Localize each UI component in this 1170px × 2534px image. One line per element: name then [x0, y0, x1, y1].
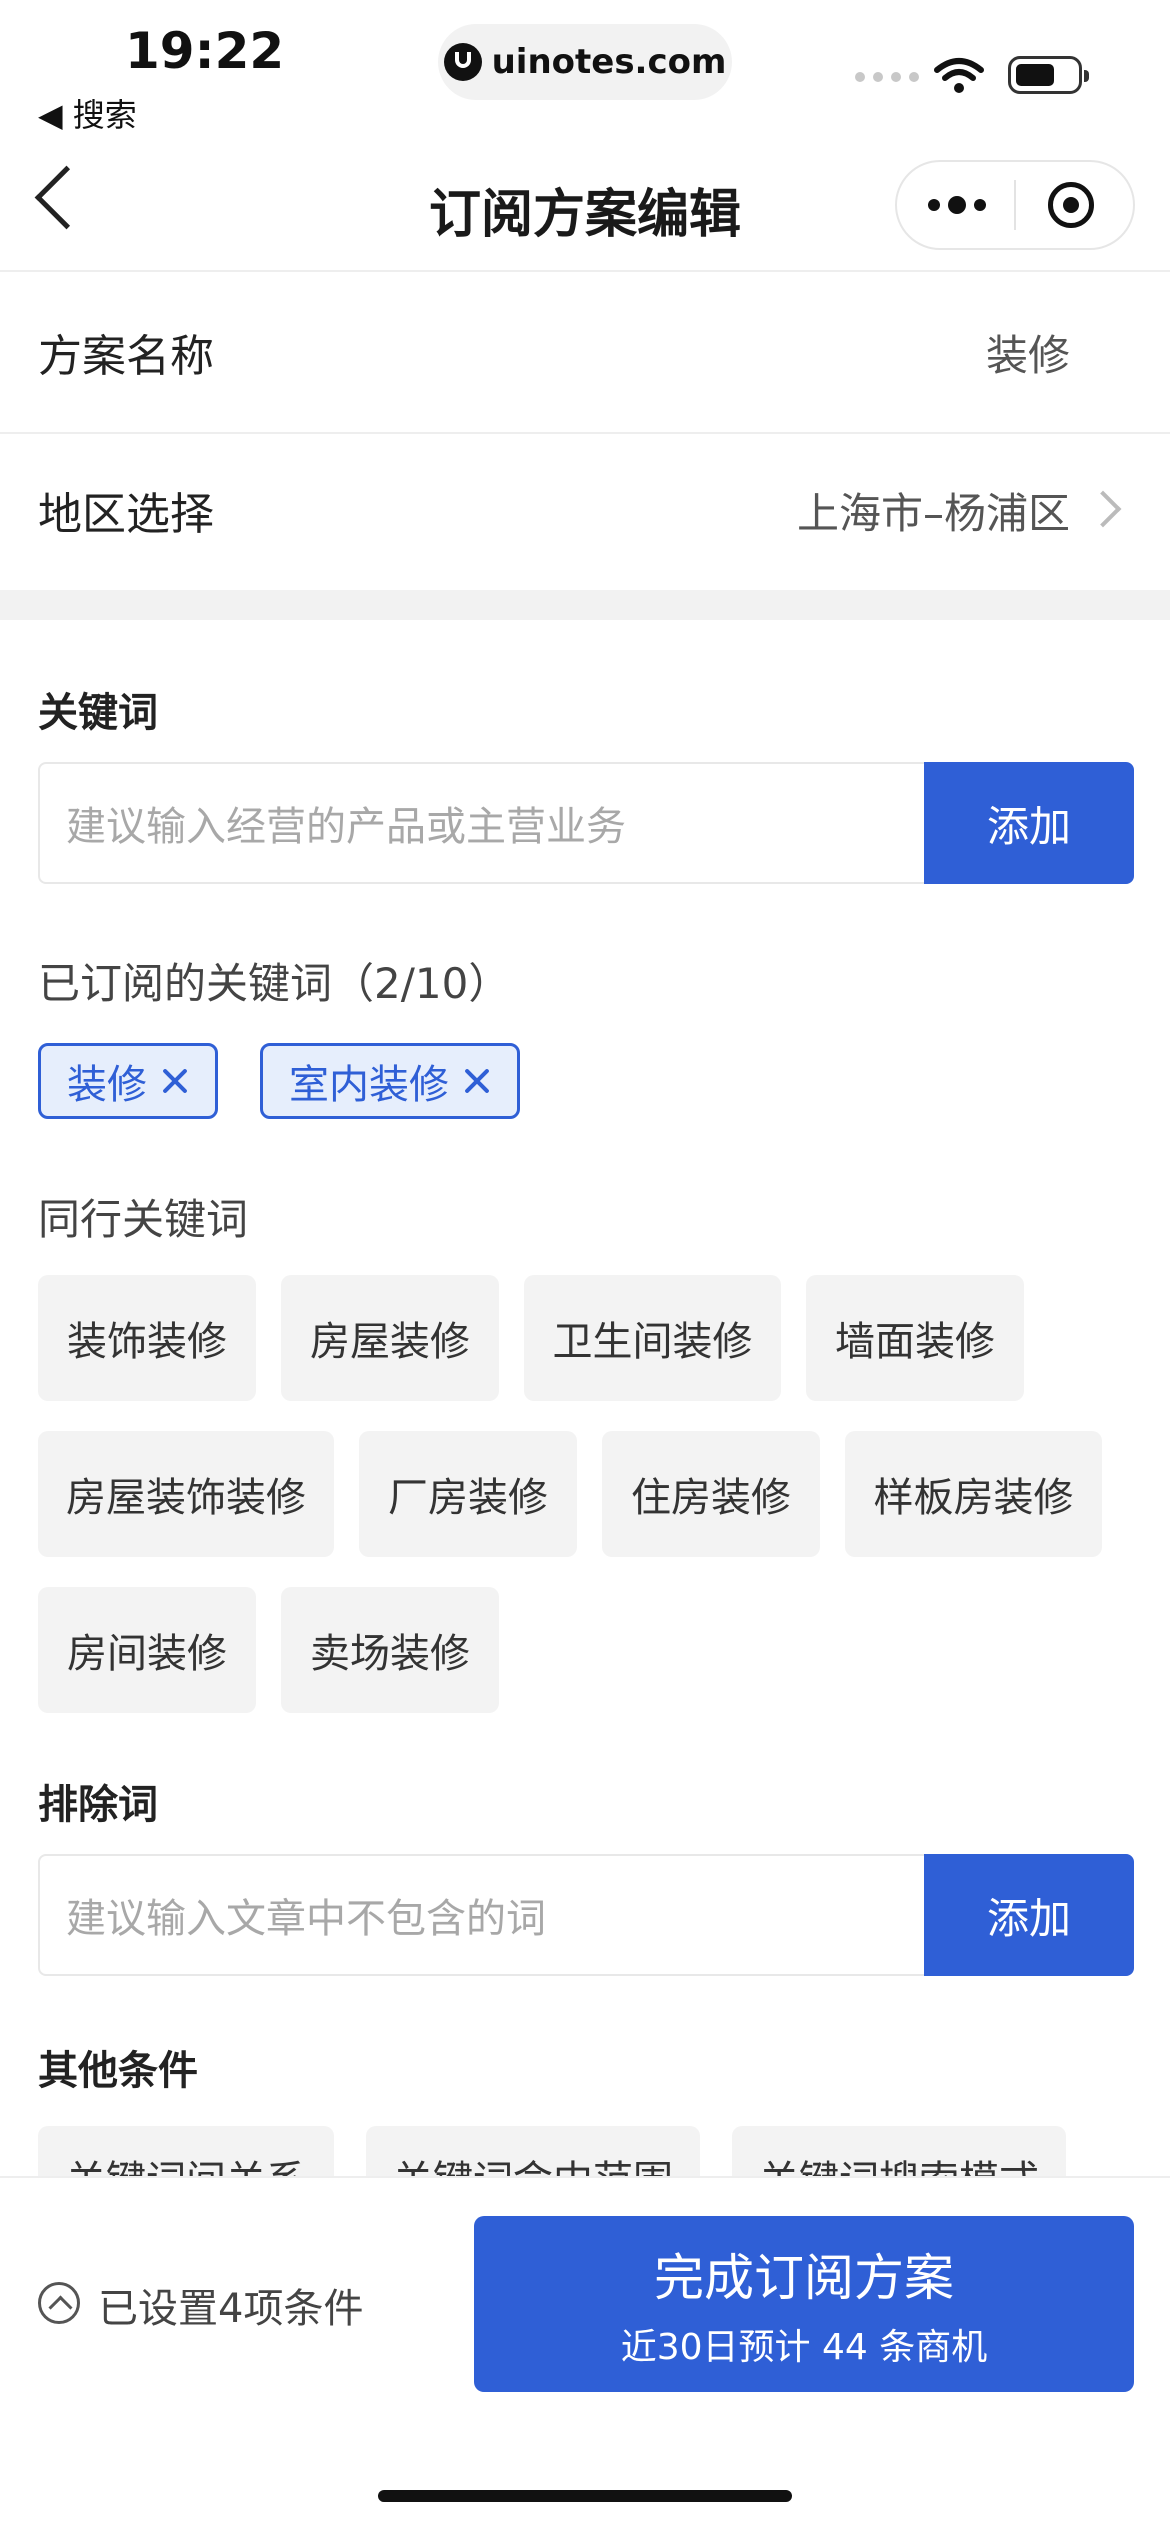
other-conditions-title: 其他条件 [38, 2048, 198, 2094]
back-to-app-link[interactable]: ◀ 搜索 [38, 90, 137, 136]
keyword-chip-label: 装修 [67, 1062, 147, 1108]
peer-keyword-chip[interactable]: 厂房装修 [359, 1431, 577, 1557]
plan-name-value[interactable]: 装修 [986, 322, 1070, 383]
status-time: 19:22 [125, 22, 285, 80]
estimated-leads-text: 近30日预计 44 条商机 [620, 2327, 988, 2368]
peer-keyword-chip[interactable]: 房间装修 [38, 1587, 256, 1713]
conditions-summary[interactable]: 已设置4项条件 [98, 2276, 363, 2334]
peer-keyword-chip[interactable]: 住房装修 [602, 1431, 820, 1557]
region-value[interactable]: 上海市–杨浦区 [797, 480, 1070, 541]
close-miniprogram-icon[interactable] [1048, 182, 1094, 228]
battery-icon [1008, 56, 1089, 94]
subscribed-keyword-chip[interactable]: 室内装修 [260, 1043, 520, 1119]
remove-keyword-icon[interactable] [463, 1067, 491, 1095]
subscribed-keyword-chip[interactable]: 装修 [38, 1043, 218, 1119]
subscribed-keywords-title: 已订阅的关键词（2/10） [38, 959, 511, 1008]
exclude-title: 排除词 [38, 1782, 158, 1828]
chevron-up-circle-icon[interactable] [38, 2282, 80, 2324]
remove-keyword-icon[interactable] [161, 1067, 189, 1095]
add-exclude-button[interactable]: 添加 [924, 1854, 1134, 1976]
complete-plan-button[interactable]: 完成订阅方案 近30日预计 44 条商机 [474, 2216, 1134, 2392]
peer-keyword-chip[interactable]: 装饰装修 [38, 1275, 256, 1401]
keyword-input[interactable]: 建议输入经营的产品或主营业务 [38, 762, 926, 884]
condition-chip[interactable]: 关键词命中范围 [366, 2126, 700, 2178]
url-pill: uinotes.com [438, 24, 732, 100]
home-indicator[interactable] [378, 2490, 792, 2502]
nav-divider [0, 270, 1170, 272]
more-icon[interactable] [928, 196, 986, 214]
region-label: 地区选择 [38, 489, 214, 540]
row-divider [0, 432, 1170, 434]
wifi-icon [934, 58, 984, 93]
peer-keyword-chip[interactable]: 样板房装修 [845, 1431, 1102, 1557]
peer-keywords-title: 同行关键词 [38, 1195, 249, 1244]
peer-keyword-chip[interactable]: 卫生间装修 [524, 1275, 781, 1401]
peer-keyword-chip[interactable]: 房屋装修 [281, 1275, 499, 1401]
chevron-right-icon[interactable] [1084, 490, 1122, 528]
complete-plan-label: 完成订阅方案 [654, 2249, 954, 2307]
plan-name-label: 方案名称 [38, 331, 214, 382]
url-text: uinotes.com [491, 42, 727, 82]
site-logo-icon [443, 43, 482, 81]
keywords-title: 关键词 [38, 690, 158, 736]
peer-keyword-chip[interactable]: 房屋装饰装修 [38, 1431, 334, 1557]
peer-keyword-chip[interactable]: 墙面装修 [806, 1275, 1024, 1401]
peer-keyword-chip[interactable]: 卖场装修 [281, 1587, 499, 1713]
keyword-chip-label: 室内装修 [289, 1062, 449, 1108]
condition-chip[interactable]: 关键词间关系 [38, 2126, 334, 2178]
capsule-divider [1014, 180, 1016, 230]
section-gap [0, 590, 1170, 620]
add-keyword-button[interactable]: 添加 [924, 762, 1134, 884]
condition-chip[interactable]: 关键词搜索模式 [732, 2126, 1066, 2178]
cellular-signal-icon [855, 72, 919, 82]
exclude-input[interactable]: 建议输入文章中不包含的词 [38, 1854, 926, 1976]
